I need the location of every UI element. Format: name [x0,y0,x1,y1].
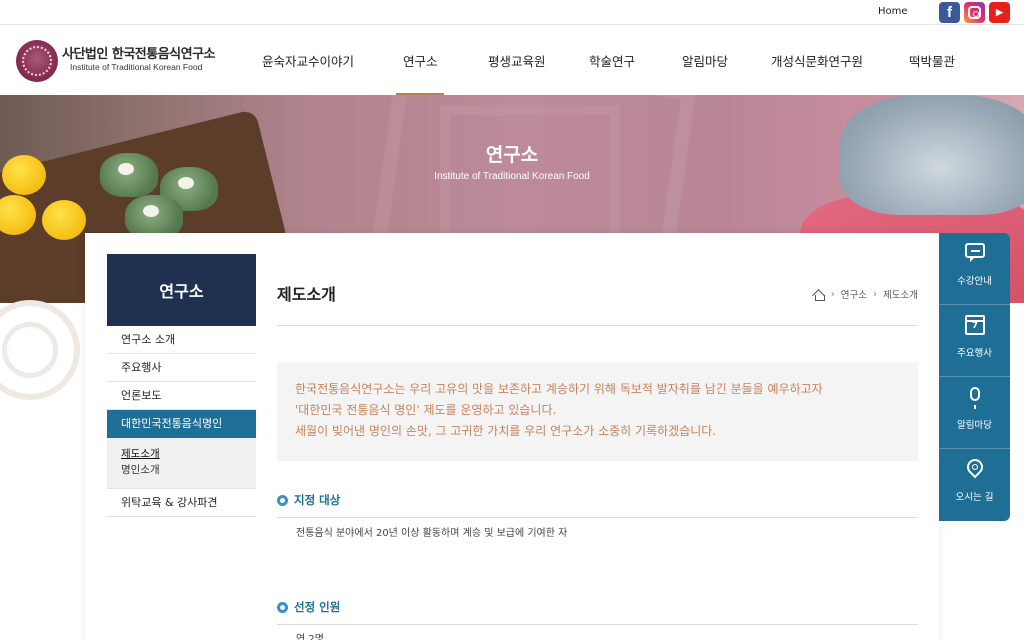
section-text-designation: 전통음식 분야에서 20년 이상 활동하며 계승 및 보급에 기여한 자 [296,528,568,539]
banner-subtitle: Institute of Traditional Korean Food [434,171,590,182]
breadcrumb: › 연구소 › 제도소개 [813,287,918,301]
quick-menu: 수강안내 7 주요행사 알림마당 오시는 길 [939,233,1010,521]
intro-box: 한국전통음식연구소는 우리 고유의 맛을 보존하고 계승하기 위해 독보적 발자… [277,362,918,461]
bullet-circle-icon [277,601,288,613]
nav-item-academic-research[interactable]: 학술연구 [589,51,635,70]
quick-item-label: 알림마당 [957,420,992,431]
logo-korean-name: 사단법인 한국전통음식연구소 [62,47,216,62]
quick-item-course-guide[interactable]: 수강안내 [939,233,1010,305]
sidebar-subitem-master-intro[interactable]: 명인소개 [121,462,256,478]
section-divider [277,624,918,625]
youtube-icon[interactable]: ▶ [989,2,1010,23]
facebook-icon[interactable]: f [939,2,960,23]
quick-item-label: 주요행사 [957,348,992,359]
intro-line: 한국전통음식연구소는 우리 고유의 맛을 보존하고 계승하기 위해 독보적 발자… [295,382,823,396]
top-utility-bar: Home f ▶ [0,0,1024,25]
logo-seal-icon [16,40,58,82]
chat-icon [965,243,985,262]
logo-english-name: Institute of Traditional Korean Food [70,62,203,72]
sidebar-title: 연구소 [107,254,256,326]
quick-item-notice[interactable]: 알림마당 [939,377,1010,449]
sidebar-submenu: 제도소개 명인소개 [107,438,256,489]
bullet-circle-icon [277,494,288,506]
breadcrumb-item-institute[interactable]: 연구소 [841,287,867,301]
section-title-selection: 선정 인원 [277,599,340,615]
breadcrumb-item-current: 제도소개 [883,290,918,301]
quick-item-major-events[interactable]: 7 주요행사 [939,305,1010,377]
banner-title: 연구소 [485,144,539,166]
nav-item-professor-story[interactable]: 윤숙자교수이야기 [262,51,354,70]
microphone-icon [970,387,980,409]
youtube-glyph: ▶ [996,7,1003,17]
section-title-text: 선정 인원 [294,600,341,614]
nav-item-gaeseong-institute[interactable]: 개성식문화연구원 [771,51,863,70]
home-icon[interactable] [813,289,825,301]
section-text-selection: 연 2명 [296,634,324,640]
nav-item-institute[interactable]: 연구소 [403,51,438,70]
site-logo[interactable]: 사단법인 한국전통음식연구소 Institute of Traditional … [16,40,216,82]
site-header: 사단법인 한국전통음식연구소 Institute of Traditional … [0,25,1024,96]
nav-item-rice-cake-museum[interactable]: 떡박물관 [909,51,955,70]
map-pin-icon [963,455,987,479]
sidebar-item-press[interactable]: 언론보도 [107,382,256,410]
section-divider [277,517,918,518]
home-link[interactable]: Home [878,6,908,17]
sidebar-item-master-program[interactable]: 대한민국전통음식명인 [107,410,256,438]
section-title-designation: 지정 대상 [277,492,340,508]
sidebar-item-institute-intro[interactable]: 연구소 소개 [107,326,256,354]
calendar-icon: 7 [965,315,985,335]
page-title: 제도소개 [277,285,336,304]
sidebar-menu: 연구소 소개 주요행사 언론보도 대한민국전통음식명인 제도소개 명인소개 위탁… [107,326,256,517]
facebook-glyph: f [947,4,952,21]
quick-item-directions[interactable]: 오시는 길 [939,449,1010,521]
sidebar-item-major-events[interactable]: 주요행사 [107,354,256,382]
quick-item-label: 수강안내 [957,276,992,287]
nav-item-lifelong-education[interactable]: 평생교육원 [488,51,546,70]
title-divider [277,325,918,326]
calendar-icon-text: 7 [971,321,979,331]
section-title-text: 지정 대상 [294,493,341,507]
sidebar-item-outsourced-education[interactable]: 위탁교육 & 강사파견 [107,489,256,517]
nav-item-notice[interactable]: 알림마당 [682,51,728,70]
intro-line: 세월이 빚어낸 명인의 손맛, 그 고귀한 가치를 우리 연구소가 소중히 기록… [295,424,717,438]
instagram-icon[interactable] [964,2,985,23]
intro-line: '대한민국 전통음식 명인' 제도를 운영하고 있습니다. [295,403,557,417]
sidebar-subitem-system-intro[interactable]: 제도소개 [121,446,256,462]
quick-item-label: 오시는 길 [955,492,994,503]
